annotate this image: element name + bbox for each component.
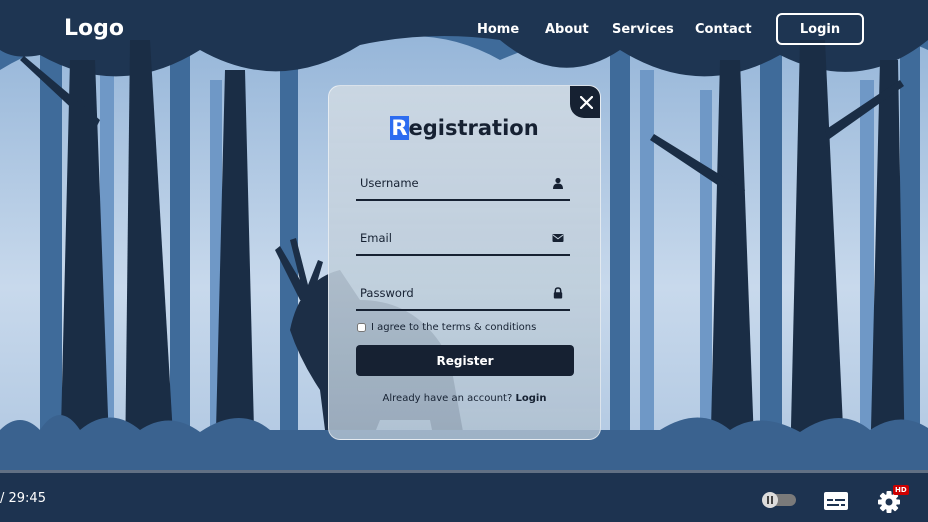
nav-link-contact[interactable]: Contact xyxy=(695,22,752,37)
nav-link-about[interactable]: About xyxy=(545,22,589,37)
already-account: Already have an account? Login xyxy=(329,393,600,404)
username-input[interactable] xyxy=(356,169,540,197)
register-button[interactable]: Register xyxy=(356,345,574,376)
registration-card: Registration I agree to the terms & cond… xyxy=(328,85,601,440)
nav-login-button[interactable]: Login xyxy=(776,13,864,45)
form-title: Registration xyxy=(329,116,600,140)
autoplay-toggle-icon[interactable] xyxy=(760,490,798,510)
subtitles-icon[interactable] xyxy=(823,490,849,512)
navbar: Logo Home About Services Contact Login xyxy=(0,0,928,60)
terms-label: I agree to the terms & conditions xyxy=(371,322,537,333)
title-highlight-letter: R xyxy=(390,116,409,140)
video-progress-bar[interactable] xyxy=(0,470,928,473)
password-field xyxy=(356,279,570,311)
logo[interactable]: Logo xyxy=(64,16,124,41)
close-icon xyxy=(579,95,593,109)
already-text: Already have an account? xyxy=(382,393,513,404)
username-field xyxy=(356,169,570,201)
user-icon xyxy=(553,177,563,189)
mail-icon xyxy=(552,234,564,242)
terms-agree: I agree to the terms & conditions xyxy=(356,322,536,333)
email-input[interactable] xyxy=(356,224,540,252)
nav-link-services[interactable]: Services xyxy=(612,22,674,37)
hd-badge: HD xyxy=(893,485,909,495)
nav-link-home[interactable]: Home xyxy=(477,22,519,37)
password-input[interactable] xyxy=(356,279,540,307)
close-button[interactable] xyxy=(570,86,600,118)
lock-icon xyxy=(553,287,563,299)
video-time: / 29:45 xyxy=(0,491,46,506)
email-field xyxy=(356,224,570,256)
login-link[interactable]: Login xyxy=(515,393,546,404)
terms-checkbox[interactable] xyxy=(357,323,366,332)
title-rest: egistration xyxy=(408,116,539,140)
